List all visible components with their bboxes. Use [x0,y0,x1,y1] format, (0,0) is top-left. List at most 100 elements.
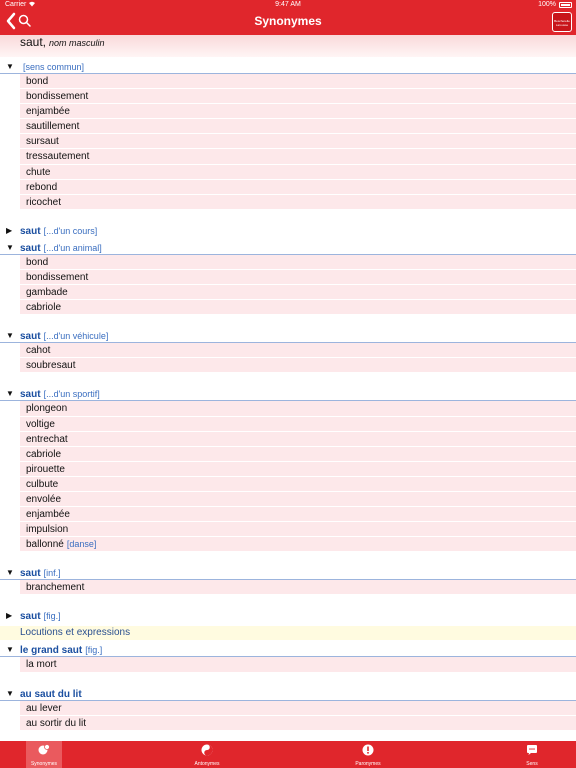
entry-content: ▼ [sens commun] bond bondissement enjambée sa… [0,60,576,731]
synonym-text: soubresaut [26,360,76,372]
synonym-item[interactable]: ballonné [danse] [20,537,576,553]
synonym-item[interactable]: tressautement [20,149,576,165]
sense-context: [sens commun] [23,62,85,72]
synonym-item[interactable]: cahot [20,343,576,359]
sense-section: ▼ [sens commun] bond bondissement enjambée sa… [0,60,576,210]
synonym-item[interactable]: pirouette [20,461,576,477]
synonym-item[interactable]: plongeon [20,401,576,417]
synonym-text: sursaut [26,136,59,148]
synonym-text: au lever [26,702,62,714]
synonym-item[interactable]: impulsion [20,522,576,538]
yin-yang-icon [201,744,213,756]
sense-header[interactable]: ▼ [sens commun] [0,60,576,74]
synonym-item[interactable]: entrechat [20,431,576,447]
tab-antonymes[interactable]: Antonymes [183,741,231,768]
sense-keyword: saut [20,242,41,254]
tab-sens[interactable]: Sens [512,741,552,768]
synonym-text: plongeon [26,403,68,415]
sense-section: ▼ saut [...d'un sportif] plongeon voltige ent… [0,387,576,553]
synonym-text: impulsion [26,524,69,536]
sense-header[interactable]: ▼ au saut du lit [0,687,576,701]
battery-icon [559,2,572,8]
disclosure-down-icon[interactable]: ▼ [6,566,14,580]
synonym-list: bond bondissement gambade cabriole [20,254,576,316]
synonym-item[interactable]: voltige [20,416,576,432]
speech-bubble-icon [527,745,537,755]
synonym-item[interactable]: envolée [20,491,576,508]
sense-context: [...d'un véhicule] [43,331,109,342]
synonym-item[interactable]: la mort [20,657,576,673]
synonym-item[interactable]: culbute [20,476,576,492]
synonym-item[interactable]: rebond [20,179,576,195]
synonym-item[interactable]: bond [20,74,576,90]
headword: saut, nom masculin [20,35,105,50]
synonym-text: envolée [26,493,62,505]
sense-keyword: saut [20,389,41,401]
tab-synonymes[interactable]: Synonymes [26,741,62,768]
disclosure-down-icon[interactable]: ▼ [6,329,14,343]
sense-header[interactable]: ▼ saut [inf.] [0,566,576,581]
synonym-item[interactable]: bondissement [20,89,576,105]
sense-keyword: saut [20,568,41,580]
sense-keyword: saut [20,331,41,343]
disclosure-down-icon[interactable]: ▼ [6,387,14,401]
synonym-text: enjambée [26,106,70,118]
synonym-list: plongeon voltige entrechat cabriole pirouett… [20,401,576,553]
disclosure-right-icon[interactable]: ▶ [6,609,12,623]
synonym-text: chute [26,166,51,178]
synonym-text: ballonné [26,539,64,551]
synonym-item[interactable]: ricochet [20,194,576,210]
disclosure-right-icon[interactable]: ▶ [6,224,12,238]
synonym-item[interactable]: sautillement [20,119,576,135]
sense-section: ▼ le grand saut [fig.] la mort [0,643,576,673]
disclosure-down-icon[interactable]: ▼ [6,60,14,74]
usage-tag: [danse] [66,539,97,550]
synonyms-icon [38,744,50,755]
top-bar: Carrier 9:47 AM 100% Synonymes Bescherel… [0,0,576,35]
synonym-item[interactable]: cabriole [20,446,576,462]
sense-section: ▼ saut [...d'un animal] bond bondissement gam… [0,241,576,316]
synonym-item[interactable]: chute [20,164,576,180]
clock: 9:47 AM [275,1,301,8]
synonym-item[interactable]: sursaut [20,134,576,150]
synonym-item[interactable]: bondissement [20,269,576,286]
synonym-text: au sortir du lit [26,717,87,729]
sense-header[interactable]: ▼ le grand saut [fig.] [0,643,576,658]
synonym-text: entrechat [26,433,68,445]
sense-header[interactable]: ▼ saut [...d'un véhicule] [0,329,576,344]
synonym-item[interactable]: gambade [20,285,576,301]
headword-text: saut, [20,35,47,49]
synonym-item[interactable]: enjambée [20,507,576,523]
disclosure-down-icon[interactable]: ▼ [6,241,14,255]
synonym-item[interactable]: soubresaut [20,358,576,374]
synonym-item[interactable]: au sortir du lit [20,715,576,731]
tab-paronymes[interactable]: Paronymes [344,741,392,768]
synonym-item[interactable]: au lever [20,700,576,716]
disclosure-down-icon[interactable]: ▼ [6,643,14,657]
synonym-list: bond bondissement enjambée sautillement surs… [20,74,576,210]
synonym-text: cabriole [26,448,62,460]
tab-label: Antonymes [194,761,220,767]
synonym-text: bondissement [26,91,89,103]
sense-header[interactable]: ▶ saut [fig.] [0,609,576,623]
synonym-item[interactable]: branchement [20,580,576,596]
synonym-text: gambade [26,287,68,299]
exclamation-icon [362,744,374,756]
publisher-logo[interactable]: Bescherelle Larousse [552,12,572,32]
synonym-item[interactable]: cabriole [20,300,576,316]
sense-keyword: saut [20,611,41,623]
sense-header[interactable]: ▶ saut [...d'un cours] [0,224,576,238]
tab-label: Sens [526,761,538,767]
grammatical-category: nom masculin [49,38,105,48]
tab-label: Synonymes [30,761,58,767]
disclosure-down-icon[interactable]: ▼ [6,687,14,701]
synonym-item[interactable]: enjambée [20,104,576,120]
sense-header[interactable]: ▼ saut [...d'un animal] [0,241,576,255]
battery-percent: 100% [538,1,556,8]
synonym-text: bondissement [26,271,89,283]
synonym-text: culbute [26,478,59,490]
synonym-item[interactable]: bond [20,254,576,270]
sense-header[interactable]: ▼ saut [...d'un sportif] [0,387,576,402]
